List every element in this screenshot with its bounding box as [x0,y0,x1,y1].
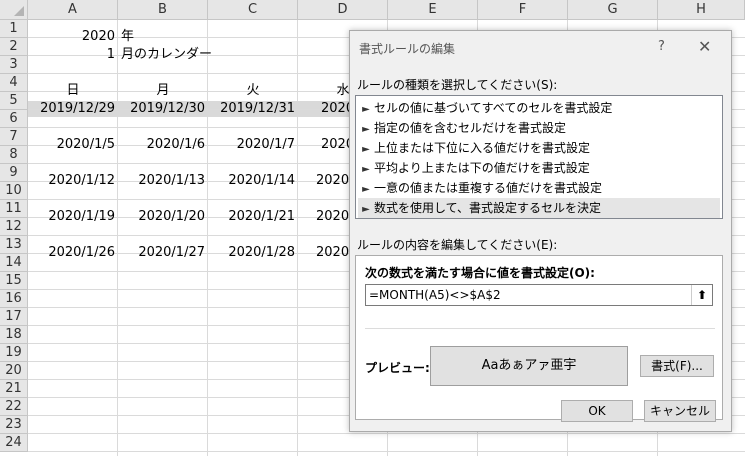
formula-input[interactable]: =MONTH(A5)<>$A$2 ⬆ [365,284,713,306]
dialog-title: 書式ルールの編集 [359,42,456,56]
rule-arrow-icon: ► [362,204,370,215]
cell-b11[interactable]: 2020/1/20 [118,208,208,226]
cancel-button[interactable]: キャンセル [644,400,716,422]
cell-d5[interactable]: 2020/ [318,100,350,118]
ok-button[interactable]: OK [561,400,633,422]
row-header-9[interactable]: 9 [0,164,28,182]
rule-arrow-icon: ► [362,164,370,175]
cell-a11[interactable]: 2020/1/19 [28,208,118,226]
cell-d13[interactable]: 2020/ [313,244,350,262]
rule-type-item[interactable]: ► 平均より上または下の値だけを書式設定 [358,158,720,178]
row-header-15[interactable]: 15 [0,272,28,290]
row-header-2[interactable]: 2 [0,38,28,56]
rule-type-item[interactable]: ► セルの値に基づいてすべてのセルを書式設定 [358,98,720,118]
rule-type-text: 数式を使用して、書式設定するセルを決定 [374,201,602,215]
rule-type-item[interactable]: ► 指定の値を含むセルだけを書式設定 [358,118,720,138]
rule-arrow-icon: ► [362,144,370,155]
column-header-d[interactable]: D [298,0,388,20]
column-header-f[interactable]: F [478,0,568,20]
rule-arrow-icon: ► [362,184,370,195]
column-header-e[interactable]: E [388,0,478,20]
rule-type-text: セルの値に基づいてすべてのセルを書式設定 [374,101,613,115]
column-header-h[interactable]: H [658,0,745,20]
cell-a1[interactable]: 2020 [28,28,118,46]
rule-type-item[interactable]: ► 上位または下位に入る値だけを書式設定 [358,138,720,158]
row-header-7[interactable]: 7 [0,128,28,146]
row-header-11[interactable]: 11 [0,200,28,218]
row-header-23[interactable]: 23 [0,416,28,434]
cell-c9[interactable]: 2020/1/14 [208,172,298,190]
row-header-3[interactable]: 3 [0,56,28,74]
rule-type-text: 一意の値または重複する値だけを書式設定 [374,181,603,195]
rule-type-item[interactable]: ► 一意の値または重複する値だけを書式設定 [358,178,720,198]
cell-c5[interactable]: 2019/12/31 [208,100,298,118]
row-header-4[interactable]: 4 [0,74,28,92]
cell-d9[interactable]: 2020/ [313,172,350,190]
cell-a13[interactable]: 2020/1/26 [28,244,118,262]
row-header-17[interactable]: 17 [0,308,28,326]
formula-label: 次の数式を満たす場合に値を書式設定(O): [365,266,595,280]
rule-arrow-icon: ► [362,124,370,135]
row-header-5[interactable]: 5 [0,92,28,110]
cell-c4[interactable]: 火 [208,82,298,100]
row-header-10[interactable]: 10 [0,182,28,200]
row-header-13[interactable]: 13 [0,236,28,254]
row-header-14[interactable]: 14 [0,254,28,272]
format-preview: Aaあぁアァ亜宇 [430,346,628,386]
edit-format-rule-dialog: 書式ルールの編集 ? ✕ ルールの種類を選択してください(S): ► セルの値に基… [349,30,732,432]
collapse-dialog-icon[interactable]: ⬆ [691,285,712,305]
row-header-16[interactable]: 16 [0,290,28,308]
select-all-triangle-icon [14,6,24,16]
preview-label: プレビュー: [365,361,430,375]
row-header-6[interactable]: 6 [0,110,28,128]
cell-a5[interactable]: 2019/12/29 [28,100,118,118]
cell-b5[interactable]: 2019/12/30 [118,100,208,118]
cell-a9[interactable]: 2020/1/12 [28,172,118,190]
cell-c11[interactable]: 2020/1/21 [208,208,298,226]
select-all-corner[interactable] [0,0,28,20]
cell-a2[interactable]: 1 [28,46,118,64]
divider [365,328,715,329]
cell-b9[interactable]: 2020/1/13 [118,172,208,190]
rule-type-text: 上位または下位に入る値だけを書式設定 [374,141,591,155]
close-icon[interactable]: ✕ [698,37,711,56]
row-header-20[interactable]: 20 [0,362,28,380]
cell-c13[interactable]: 2020/1/28 [208,244,298,262]
rule-type-text: 指定の値を含むセルだけを書式設定 [374,121,567,135]
cell-b1[interactable]: 年 [118,28,208,46]
row-header-19[interactable]: 19 [0,344,28,362]
rule-type-list[interactable]: ► セルの値に基づいてすべてのセルを書式設定 ► 指定の値を含むセルだけを書式設定 … [355,95,723,219]
cell-b2[interactable]: 月のカレンダー [118,46,298,64]
cell-b7[interactable]: 2020/1/6 [118,136,208,154]
rule-type-label: ルールの種類を選択してください(S): [357,78,558,92]
row-header-22[interactable]: 22 [0,398,28,416]
row-header-18[interactable]: 18 [0,326,28,344]
row-header-1[interactable]: 1 [0,20,28,38]
row-header-24[interactable]: 24 [0,434,28,452]
column-header-g[interactable]: G [568,0,658,20]
cell-d7[interactable]: 2020/ [318,136,350,154]
format-button[interactable]: 書式(F)... [640,355,714,377]
row-header-21[interactable]: 21 [0,380,28,398]
row-header-12[interactable]: 12 [0,218,28,236]
column-header-b[interactable]: B [118,0,208,20]
column-header-a[interactable]: A [28,0,118,20]
row-header-8[interactable]: 8 [0,146,28,164]
formula-text: =MONTH(A5)<>$A$2 [369,288,501,302]
cell-b13[interactable]: 2020/1/27 [118,244,208,262]
cell-a4[interactable]: 日 [28,82,118,100]
help-icon[interactable]: ? [658,39,665,54]
edit-rule-label: ルールの内容を編集してください(E): [357,238,558,252]
rule-type-item-selected[interactable]: ► 数式を使用して、書式設定するセルを決定 [358,198,720,218]
rule-arrow-icon: ► [362,104,370,115]
column-header-c[interactable]: C [208,0,298,20]
cell-b4[interactable]: 月 [118,82,208,100]
cell-c7[interactable]: 2020/1/7 [208,136,298,154]
rule-edit-panel: 次の数式を満たす場合に値を書式設定(O): =MONTH(A5)<>$A$2 ⬆… [355,255,723,420]
cell-d11[interactable]: 2020/ [313,208,350,226]
cell-a7[interactable]: 2020/1/5 [28,136,118,154]
rule-type-text: 平均より上または下の値だけを書式設定 [374,161,590,175]
